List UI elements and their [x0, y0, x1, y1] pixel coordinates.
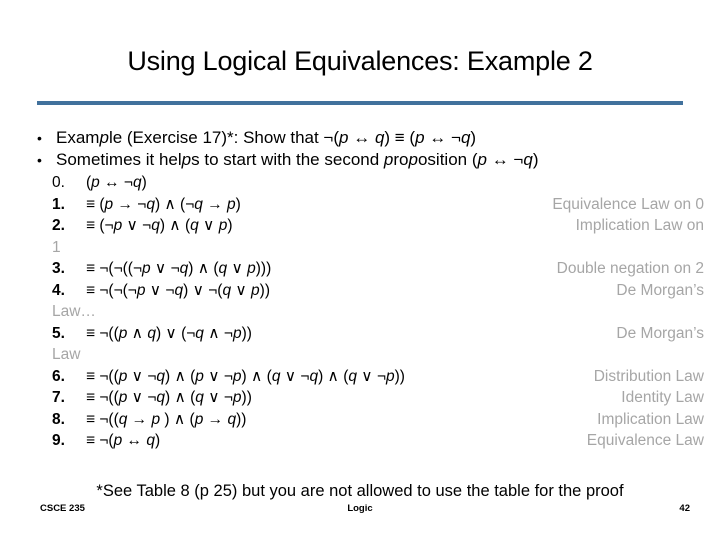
step-expression: ≡ ¬(¬((¬p ∨ ¬q) ∧ (q ∨ p)))	[86, 260, 272, 277]
step-expression: ≡ ¬((p ∨ ¬q) ∧ (q ∨ ¬p))	[86, 389, 252, 406]
step-number: 9.	[52, 432, 65, 449]
proof-step: 3. ≡ ¬(¬((¬p ∨ ¬q) ∧ (q ∨ p))) Double ne…	[52, 258, 704, 280]
proof-step: 2. ≡ (¬p ∨ ¬q) ∧ (q ∨ p) Implication Law…	[52, 215, 704, 237]
footer-topic: Logic	[347, 503, 373, 514]
proof-step: 8. ≡ ¬((q → p ) ∧ (p → q)) Implication L…	[52, 409, 704, 431]
step-number: 3.	[52, 260, 65, 277]
step-expression: (p ↔ ¬q)	[86, 174, 147, 191]
step-law: Equivalence Law on 0	[552, 195, 704, 213]
step-expression: ≡ ¬(p ↔ q)	[86, 432, 161, 449]
step-law: Implication Law	[597, 410, 704, 428]
proof-step: 0. (p ↔ ¬q)	[52, 172, 704, 194]
step-number: 6.	[52, 367, 65, 385]
proof-step: 7. ≡ ¬((p ∨ ¬q) ∧ (q ∨ ¬p)) Identity Law	[52, 387, 704, 409]
slide-footer: CSCE 235 Logic 42	[0, 502, 720, 522]
step-expression: ≡ (¬p ∨ ¬q) ∧ (q ∨ p)	[86, 217, 233, 234]
step-law: Implication Law on	[575, 217, 704, 234]
step-expression: ≡ ¬((q → p ) ∧ (p → q))	[86, 410, 247, 428]
slide-body: • Example (Exercise 17)*: Show that ¬(p …	[28, 127, 704, 452]
slide: Using Logical Equivalences: Example 2 • …	[0, 0, 720, 540]
step-expression: ≡ ¬((p ∧ q) ∨ (¬q ∧ ¬p))	[86, 324, 252, 342]
proof-step: 6. ≡ ¬((p ∨ ¬q) ∧ (p ∨ ¬p) ∧ (q ∨ ¬q) ∧ …	[52, 366, 704, 388]
step-law-overflow: Law	[52, 346, 81, 363]
step-law: Identity Law	[621, 389, 704, 406]
step-number: 5.	[52, 324, 65, 342]
bullet-marker: •	[37, 152, 42, 168]
step-number: 7.	[52, 389, 65, 406]
step-expression: ≡ (p → ¬q) ∧ (¬q → p)	[86, 195, 241, 213]
step-law-overflow: 1	[52, 238, 61, 256]
proof-step: 5. ≡ ¬((p ∧ q) ∨ (¬q ∧ ¬p)) De Morgan’s	[52, 323, 704, 345]
footer-page-number: 42	[679, 503, 690, 514]
page-title: Using Logical Equivalences: Example 2	[127, 46, 593, 76]
proof-steps-list: 0. (p ↔ ¬q) 1. ≡ (p → ¬q) ∧ (¬q → p) Equ…	[28, 172, 704, 452]
proof-step: 1. ≡ (p → ¬q) ∧ (¬q → p) Equivalence Law…	[52, 194, 704, 216]
bullet-item: • Sometimes it helps to start with the s…	[28, 149, 704, 171]
step-law: Double negation on 2	[556, 260, 704, 277]
bullet-text: Sometimes it helps to start with the sec…	[56, 150, 539, 169]
step-law-overflow: Law…	[52, 303, 96, 320]
step-number: 0.	[52, 174, 65, 191]
step-number: 2.	[52, 217, 65, 234]
step-expression: ≡ ¬((p ∨ ¬q) ∧ (p ∨ ¬p) ∧ (q ∨ ¬q) ∧ (q …	[86, 367, 405, 385]
step-number: 1.	[52, 195, 65, 213]
step-expression: ≡ ¬(¬(¬p ∨ ¬q) ∨ ¬(q ∨ p))	[86, 281, 270, 299]
step-law: Equivalence Law	[586, 432, 704, 449]
bullet-marker: •	[37, 130, 42, 146]
proof-step: 9. ≡ ¬(p ↔ q) Equivalence Law	[52, 430, 704, 452]
step-law: Distribution Law	[593, 367, 704, 385]
bullet-text: Example (Exercise 17)*: Show that ¬(p ↔ …	[56, 128, 477, 147]
step-law: De Morgan’s	[616, 324, 704, 342]
step-number: 4.	[52, 281, 65, 299]
title-divider	[37, 101, 683, 105]
footnote: *See Table 8 (p 25) but you are not allo…	[96, 482, 624, 500]
proof-step: 4. ≡ ¬(¬(¬p ∨ ¬q) ∨ ¬(q ∨ p)) De Morgan’…	[52, 280, 704, 302]
bullet-item: • Example (Exercise 17)*: Show that ¬(p …	[28, 127, 704, 149]
step-law: De Morgan’s	[616, 281, 704, 299]
step-number: 8.	[52, 410, 65, 428]
